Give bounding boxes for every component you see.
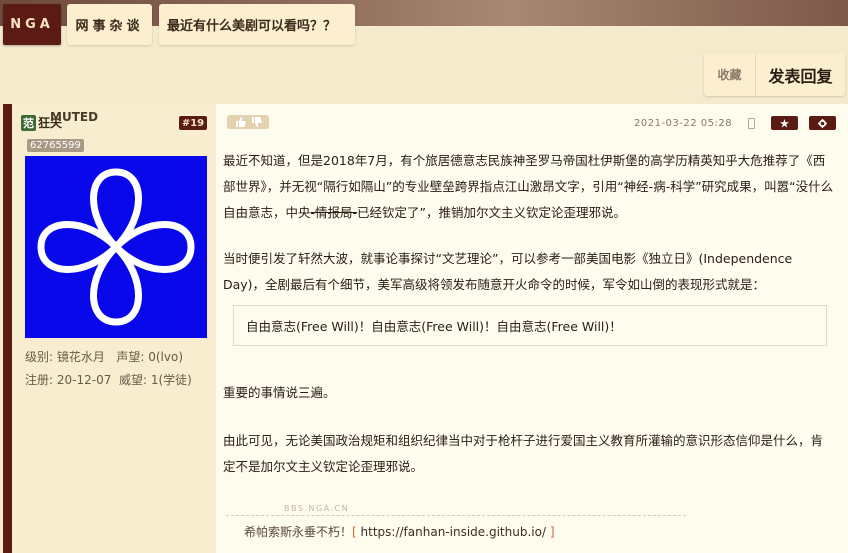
register-value: 20-12-07 <box>56 373 112 387</box>
signature: 希帕索斯永垂不朽！[ https://fanhan-inside.github.… <box>244 523 555 540</box>
reputation-label: 声望: <box>116 350 145 364</box>
user-register-row: 注册: 20-12-07 威望: 1(学徒) <box>25 371 192 388</box>
muted-label: MUTED <box>50 110 99 124</box>
level-label: 级别: <box>25 350 54 364</box>
post-paragraph-3: 重要的事情说三遍。 <box>223 385 336 400</box>
level-value: 镜花水月 <box>56 350 105 364</box>
gear-icon <box>818 118 827 128</box>
prestige-label: 威望: <box>118 373 148 387</box>
favorite-button[interactable]: 收藏 <box>704 53 756 96</box>
post-paragraph-1: 最近不知道，但是2018年7月，有个旅居德意志民族神圣罗马帝国杜伊斯堡的高学历精… <box>223 148 835 226</box>
thumbs-up-icon[interactable] <box>235 117 246 127</box>
quote-block: 自由意志(Free Will)！自由意志(Free Will)！自由意志(Fre… <box>233 305 827 346</box>
signature-link[interactable]: https://fanhan-inside.github.io/ <box>361 525 546 539</box>
post-timestamp: 2021-03-22 05:28 <box>634 118 733 129</box>
username[interactable]: 范狂夫MUTED <box>21 110 110 131</box>
user-level-row: 级别: 镜花水月 声望: 0(lvo) <box>25 348 183 365</box>
bracket-open: [ <box>352 525 357 539</box>
post-options-button[interactable] <box>809 116 836 130</box>
breadcrumb-thread-title[interactable]: 最近有什么美剧可以看吗？？ <box>159 4 355 45</box>
nga-logo[interactable]: NGA <box>3 4 61 45</box>
reputation-value: 0(lvo) <box>148 350 183 364</box>
clover-avatar-image <box>37 168 195 326</box>
post-side-bar <box>3 104 12 553</box>
vote-buttons[interactable] <box>227 115 269 129</box>
thumbs-down-icon[interactable] <box>251 117 262 127</box>
floor-number[interactable]: #19 <box>179 116 207 130</box>
breadcrumb-forum[interactable]: 网事杂谈 <box>67 4 152 45</box>
favorite-post-button[interactable] <box>771 116 798 130</box>
bracket-close: ] <box>549 525 555 539</box>
fan-badge: 范 <box>21 115 36 131</box>
watermark: BBS.NGA.CN <box>284 504 350 513</box>
register-label: 注册: <box>25 373 54 387</box>
p1-text-b: 已经钦定了”，推销加尔文主义钦定论歪理邪说。 <box>357 205 627 220</box>
signature-divider <box>226 515 686 516</box>
user-id-badge[interactable]: 62765599 <box>27 139 84 152</box>
post-paragraph-2: 当时便引发了轩然大波，就事论事探讨“文艺理论”，可以参考一部美国电影《独立日》(… <box>223 251 793 292</box>
post-paragraph-4: 由此可见，无论美国政治规矩和组织纪律当中对于枪杆子进行爱国主义教育所灌输的意识形… <box>223 433 824 474</box>
reply-button[interactable]: 发表回复 <box>756 53 845 96</box>
prestige-value: 1(学徒) <box>150 373 192 387</box>
p1-strikethrough: -情报局- <box>310 205 358 220</box>
thread-actions: 收藏 发表回复 <box>704 53 845 96</box>
star-icon <box>780 118 789 128</box>
mobile-device-icon <box>748 118 755 129</box>
avatar[interactable] <box>25 156 207 338</box>
signature-text: 希帕索斯永垂不朽！ <box>244 525 353 539</box>
